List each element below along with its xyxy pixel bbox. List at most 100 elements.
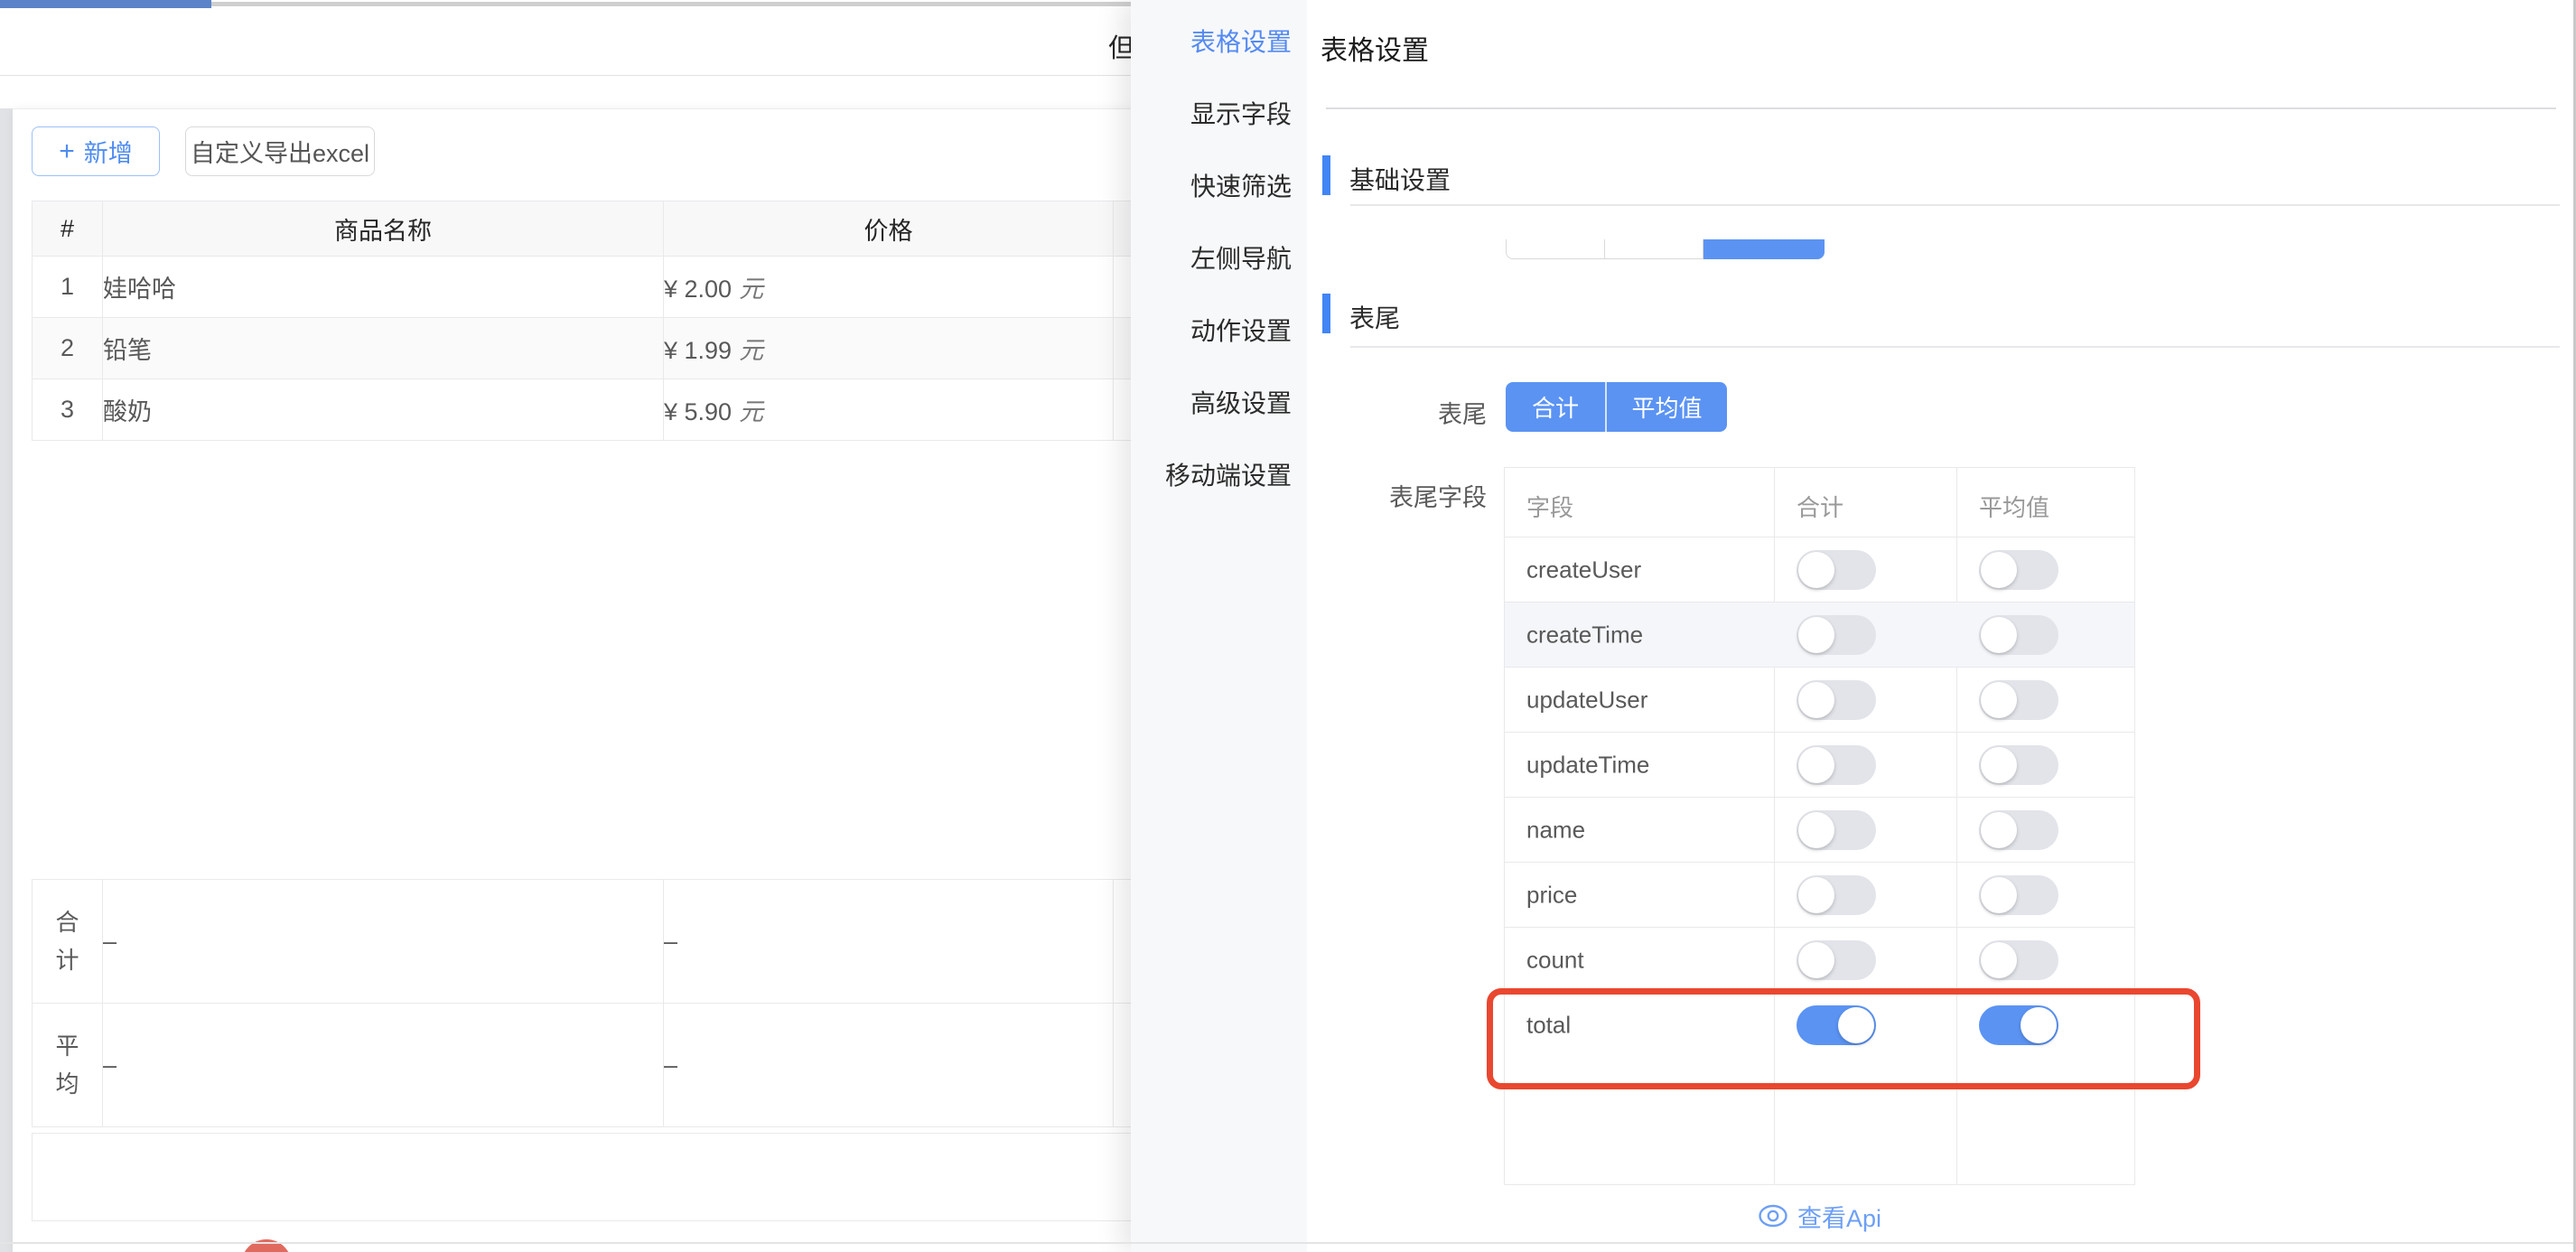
toggle-average-on[interactable] — [1979, 1005, 2058, 1045]
product-name: 娃哈哈 — [103, 257, 664, 318]
summary-price-value: – — [664, 880, 1114, 1004]
summary-label-char: 计 — [33, 941, 102, 979]
price-unit: 元 — [739, 337, 763, 364]
product-index: 1 — [33, 257, 103, 318]
field-name: total — [1526, 1012, 1571, 1040]
fields-table-header: 字段 合计 平均值 — [1505, 468, 2134, 537]
field-row: updateTime — [1505, 732, 2134, 798]
product-row: 1娃哈哈¥ 2.00 元 — [33, 257, 1297, 318]
page-gutter — [0, 108, 13, 1252]
field-row: createTime — [1505, 602, 2134, 668]
sidebar-item-6[interactable]: 高级设置 — [1131, 368, 1292, 440]
toggle-total-off[interactable] — [1797, 550, 1876, 590]
field-name: updateUser — [1526, 687, 1647, 715]
export-excel-button[interactable]: 自定义导出excel — [185, 126, 375, 176]
field-name: updateTime — [1526, 752, 1649, 780]
toggle-total-off[interactable] — [1797, 875, 1876, 915]
sidebar-item-5[interactable]: 动作设置 — [1131, 295, 1292, 368]
summary-label-cell: 合计 — [33, 880, 103, 1004]
summary-name-value: – — [103, 1004, 664, 1127]
product-row: 3酸奶¥ 5.90元 — [33, 379, 1297, 441]
footer-row-label: 表尾 — [1346, 395, 1487, 430]
add-button-label: 新增 — [84, 134, 133, 169]
settings-drawer: 表格设置显示字段快速筛选左侧导航动作设置高级设置移动端设置 表格设置 基础设置 … — [1131, 0, 2576, 1252]
fields-col-total: 合计 — [1797, 490, 1843, 523]
toggle-average-off[interactable] — [1979, 940, 2058, 980]
toggle-total-off[interactable] — [1797, 615, 1876, 655]
product-name: 铅笔 — [103, 318, 664, 379]
bottom-window-divider — [0, 1242, 2576, 1244]
field-row: count — [1505, 927, 2134, 993]
drawer-panel: 表格设置 基础设置 表尾 表尾 合计 平均值 表尾字段 — [1307, 0, 2576, 1252]
segment-average[interactable]: 平均值 — [1607, 382, 1727, 432]
product-row: 2铅笔¥ 1.99 元 — [33, 318, 1297, 379]
fields-col-field: 字段 — [1526, 490, 1573, 523]
section-divider — [1350, 204, 2560, 206]
footer-mode-segmented: 合计 平均值 — [1506, 382, 1727, 432]
summary-price-value: – — [664, 1004, 1114, 1127]
section-accent-bar — [1322, 294, 1330, 333]
product-index: 3 — [33, 379, 103, 441]
app-window: 但 + 新增 自定义导出excel # 商品名称 价格 1娃哈哈¥ 2.00元2… — [0, 0, 2576, 1252]
product-name: 酸奶 — [103, 379, 664, 441]
toggle-total-off[interactable] — [1797, 940, 1876, 980]
field-name: createUser — [1526, 556, 1641, 584]
toggle-average-off[interactable] — [1979, 875, 2058, 915]
export-button-label: 自定义导出excel — [191, 134, 369, 169]
sidebar-item-1[interactable]: 表格设置 — [1131, 6, 1292, 79]
summary-label-char: 平 — [33, 1027, 102, 1065]
products-header-row: # 商品名称 价格 — [33, 201, 1297, 257]
product-index: 2 — [33, 318, 103, 379]
field-name: count — [1526, 947, 1584, 975]
field-name: price — [1526, 882, 1577, 910]
footer-fields-label: 表尾字段 — [1346, 478, 1487, 513]
clipped-segmented-control[interactable] — [1506, 239, 1827, 259]
price-unit: 元 — [739, 276, 763, 303]
toggle-total-off[interactable] — [1797, 810, 1876, 850]
section-divider — [1350, 346, 2560, 348]
drawer-nav: 表格设置显示字段快速筛选左侧导航动作设置高级设置移动端设置 — [1131, 0, 1307, 1252]
sidebar-item-4[interactable]: 左侧导航 — [1131, 223, 1292, 295]
product-price: ¥ 1.99 元 — [664, 318, 1114, 379]
footer-fields-table: 字段 合计 平均值 createUser createTime updateUser… — [1504, 467, 2135, 1185]
summary-row: 平均–– — [33, 1004, 1297, 1127]
field-name: createTime — [1526, 621, 1643, 649]
field-row: createUser — [1505, 537, 2134, 603]
plus-icon: + — [59, 138, 75, 165]
clipped-segment[interactable] — [1506, 239, 1605, 259]
field-row-highlighted: total — [1505, 992, 2134, 1058]
toggle-average-off[interactable] — [1979, 745, 2058, 785]
segment-total[interactable]: 合计 — [1506, 382, 1607, 432]
summary-label-char: 均 — [33, 1065, 102, 1103]
view-api-link[interactable]: 查看Api — [1504, 1198, 2135, 1234]
clipped-segment-active[interactable] — [1703, 239, 1825, 259]
price-unit: 元 — [739, 398, 763, 425]
toggle-total-off[interactable] — [1797, 680, 1876, 720]
section-accent-bar — [1322, 155, 1330, 195]
price-value: ¥ 2.00 — [664, 276, 732, 303]
view-api-label: 查看Api — [1797, 1199, 1881, 1234]
sidebar-item-3[interactable]: 快速筛选 — [1131, 151, 1292, 223]
clipped-segment[interactable] — [1605, 239, 1703, 259]
toggle-total-off[interactable] — [1797, 745, 1876, 785]
section-title-footer: 表尾 — [1349, 299, 1400, 335]
toggle-average-off[interactable] — [1979, 810, 2058, 850]
summary-label-cell: 平均 — [33, 1004, 103, 1127]
field-row: price — [1505, 862, 2134, 928]
toggle-average-off[interactable] — [1979, 680, 2058, 720]
field-row: updateUser — [1505, 667, 2134, 733]
price-value: ¥ 1.99 — [664, 337, 732, 364]
sidebar-item-7[interactable]: 移动端设置 — [1131, 440, 1292, 512]
col-header-index: # — [33, 201, 103, 257]
add-button[interactable]: + 新增 — [32, 126, 160, 176]
summary-label-char: 合 — [33, 903, 102, 941]
toggle-total-on[interactable] — [1797, 1005, 1876, 1045]
toggle-average-off[interactable] — [1979, 550, 2058, 590]
field-name: name — [1526, 817, 1585, 845]
toggle-average-off[interactable] — [1979, 615, 2058, 655]
field-row: name — [1505, 797, 2134, 863]
col-header-name: 商品名称 — [103, 201, 664, 257]
products-table: # 商品名称 价格 1娃哈哈¥ 2.00元2铅笔¥ 1.99元3酸奶¥ 5.90… — [32, 201, 1297, 441]
col-header-price: 价格 — [664, 201, 1114, 257]
sidebar-item-2[interactable]: 显示字段 — [1131, 79, 1292, 151]
